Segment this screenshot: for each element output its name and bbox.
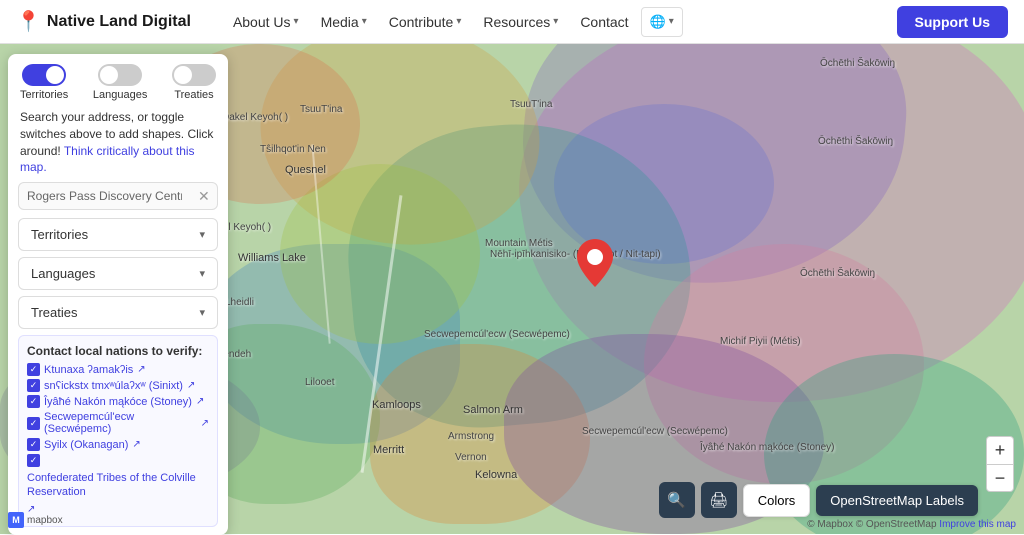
zoom-out-button[interactable]: − bbox=[986, 464, 1014, 492]
search-input[interactable] bbox=[19, 183, 190, 209]
improve-map-link[interactable]: Improve this map bbox=[939, 519, 1016, 530]
logo[interactable]: 📍 Native Land Digital bbox=[16, 9, 191, 34]
chevron-down-icon: ▾ bbox=[669, 16, 674, 27]
logo-text: Native Land Digital bbox=[47, 13, 191, 31]
nav-contribute[interactable]: Contribute ▾ bbox=[379, 8, 472, 36]
print-icon: 🖨 bbox=[709, 491, 728, 509]
zoom-controls: + − bbox=[986, 436, 1014, 492]
toggle-knob bbox=[100, 66, 118, 84]
header: 📍 Native Land Digital About Us ▾ Media ▾… bbox=[0, 0, 1024, 44]
nation-item-5[interactable]: ✓ Confederated Tribes of the Colville Re… bbox=[27, 454, 209, 515]
treaties-dropdown[interactable]: Treaties ▾ bbox=[18, 296, 218, 329]
osm-labels-button[interactable]: OpenStreetMap Labels bbox=[816, 485, 978, 516]
nav-resources[interactable]: Resources ▾ bbox=[473, 8, 568, 36]
checkbox-4[interactable]: ✓ bbox=[27, 438, 40, 451]
search-instruction: Search your address, or toggle switches … bbox=[8, 105, 228, 182]
territories-dropdown[interactable]: Territories ▾ bbox=[18, 218, 218, 251]
chevron-down-icon: ▾ bbox=[294, 16, 299, 27]
checkbox-5[interactable]: ✓ bbox=[27, 454, 40, 467]
external-link-icon: ↗ bbox=[196, 396, 204, 407]
toggle-row: Territories Languages Treaties bbox=[8, 54, 228, 105]
mapbox-text: mapbox bbox=[27, 515, 63, 526]
print-button[interactable]: 🖨 bbox=[701, 482, 737, 518]
map-attribution: © Mapbox © OpenStreetMap Improve this ma… bbox=[807, 519, 1016, 530]
chevron-down-icon: ▾ bbox=[199, 267, 205, 280]
search-row: ✕ bbox=[18, 182, 218, 210]
map-pin bbox=[577, 239, 613, 292]
chevron-down-icon: ▾ bbox=[456, 16, 461, 27]
treaties-toggle[interactable] bbox=[172, 64, 216, 86]
checkbox-0[interactable]: ✓ bbox=[27, 363, 40, 376]
zoom-in-button[interactable]: + bbox=[986, 436, 1014, 464]
sidebar-panel: Territories Languages Treaties Search yo… bbox=[8, 54, 228, 535]
nation-item-0[interactable]: ✓ Ktunaxa ʔamakʔis ↗ bbox=[27, 363, 209, 376]
checkbox-2[interactable]: ✓ bbox=[27, 395, 40, 408]
chevron-down-icon: ▾ bbox=[199, 306, 205, 319]
contact-section: Contact local nations to verify: ✓ Ktuna… bbox=[18, 335, 218, 527]
nav-about[interactable]: About Us ▾ bbox=[223, 8, 309, 36]
external-link-icon: ↗ bbox=[137, 364, 145, 375]
languages-dropdown[interactable]: Languages ▾ bbox=[18, 257, 218, 290]
chevron-down-icon: ▾ bbox=[362, 16, 367, 27]
map-controls-row: 🔍 🖨 Colors OpenStreetMap Labels bbox=[659, 482, 978, 518]
globe-icon: 🌐 bbox=[650, 14, 666, 30]
logo-icon: 📍 bbox=[16, 9, 41, 34]
language-selector[interactable]: 🌐 ▾ bbox=[641, 7, 683, 37]
search-icon: 🔍 bbox=[667, 491, 686, 509]
nav-media[interactable]: Media ▾ bbox=[311, 8, 377, 36]
nav-contact[interactable]: Contact bbox=[570, 8, 638, 36]
external-link-icon: ↗ bbox=[132, 439, 140, 450]
checkbox-3[interactable]: ✓ bbox=[27, 417, 40, 430]
nation-item-4[interactable]: ✓ Syilx (Okanagan) ↗ bbox=[27, 438, 209, 451]
nation-item-2[interactable]: ✓ Îyâħé Nakón mąkóce (Stoney) ↗ bbox=[27, 395, 209, 408]
clear-search-button[interactable]: ✕ bbox=[190, 188, 218, 205]
languages-toggle-item: Languages bbox=[93, 64, 147, 101]
mapbox-logo: M mapbox bbox=[8, 512, 63, 528]
external-link-icon: ↗ bbox=[187, 380, 195, 391]
toggle-knob bbox=[174, 66, 192, 84]
external-link-icon: ↗ bbox=[201, 418, 209, 429]
languages-toggle[interactable] bbox=[98, 64, 142, 86]
chevron-down-icon: ▾ bbox=[553, 16, 558, 27]
territories-toggle[interactable] bbox=[22, 64, 66, 86]
colors-button[interactable]: Colors bbox=[743, 484, 811, 517]
mapbox-icon: M bbox=[8, 512, 24, 528]
treaties-toggle-item: Treaties bbox=[172, 64, 216, 101]
toggle-knob bbox=[46, 66, 64, 84]
nav: About Us ▾ Media ▾ Contribute ▾ Resource… bbox=[223, 7, 889, 37]
nation-item-3[interactable]: ✓ Secwepemcúl'ecw (Secwépemc) ↗ bbox=[27, 411, 209, 435]
support-button[interactable]: Support Us bbox=[897, 6, 1008, 38]
search-map-button[interactable]: 🔍 bbox=[659, 482, 695, 518]
nation-item-1[interactable]: ✓ snʕickstx tmxʷúlaʔxʷ (Sinixt) ↗ bbox=[27, 379, 209, 392]
checkbox-1[interactable]: ✓ bbox=[27, 379, 40, 392]
chevron-down-icon: ▾ bbox=[199, 228, 205, 241]
territories-toggle-item: Territories bbox=[20, 64, 68, 101]
